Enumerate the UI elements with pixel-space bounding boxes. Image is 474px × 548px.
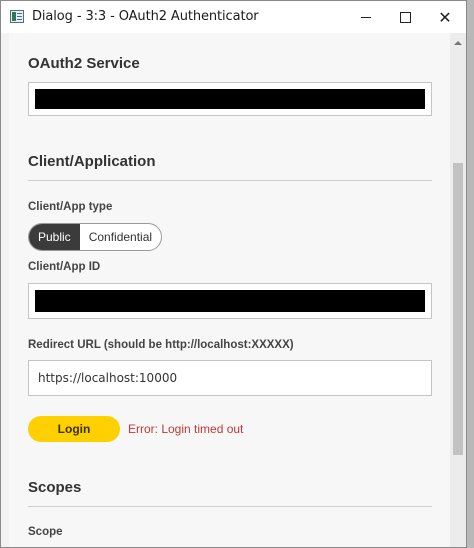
scroll-thumb[interactable] xyxy=(453,163,463,455)
oauth-service-field[interactable] xyxy=(28,82,432,116)
dialog-content: OAuth2 Service Client/Application Client… xyxy=(9,33,450,547)
section-divider xyxy=(28,180,432,181)
scroll-up-arrow-icon[interactable] xyxy=(450,33,466,53)
title-bar[interactable]: Dialog - 3:3 - OAuth2 Authenticator ✕ xyxy=(1,1,466,33)
client-app-id-label: Client/App ID xyxy=(28,261,101,273)
vertical-scrollbar[interactable] xyxy=(450,33,466,547)
dialog-window: Dialog - 3:3 - OAuth2 Authenticator ✕ OA… xyxy=(0,0,467,548)
client-app-id-field[interactable] xyxy=(28,283,432,319)
app-type-confidential-option[interactable]: Confidential xyxy=(80,224,161,250)
maximize-icon xyxy=(399,11,411,23)
redirect-url-input[interactable]: https://localhost:10000 xyxy=(28,360,432,396)
oauth-service-heading: OAuth2 Service xyxy=(28,55,140,72)
login-error-message: Error: Login timed out xyxy=(128,422,244,436)
app-type-public-option[interactable]: Public xyxy=(29,224,80,250)
client-app-type-toggle: Public Confidential xyxy=(28,223,163,251)
login-button[interactable]: Login xyxy=(28,416,120,442)
redirect-url-value: https://localhost:10000 xyxy=(38,371,178,385)
close-icon: ✕ xyxy=(438,7,452,27)
minimize-icon xyxy=(361,16,371,18)
scopes-heading: Scopes xyxy=(28,479,82,496)
client-application-heading: Client/Application xyxy=(28,153,156,170)
client-app-type-label: Client/App type xyxy=(28,201,113,213)
redacted-value xyxy=(35,89,425,109)
redacted-value xyxy=(35,290,425,312)
close-button[interactable]: ✕ xyxy=(425,1,465,33)
window-title: Dialog - 3:3 - OAuth2 Authenticator xyxy=(32,9,259,24)
app-window-icon xyxy=(10,10,24,23)
maximize-button[interactable] xyxy=(385,1,425,33)
minimize-button[interactable] xyxy=(346,1,386,33)
section-divider xyxy=(28,506,432,507)
scope-label: Scope xyxy=(28,526,63,538)
redirect-url-label: Redirect URL (should be http://localhost… xyxy=(28,339,294,351)
